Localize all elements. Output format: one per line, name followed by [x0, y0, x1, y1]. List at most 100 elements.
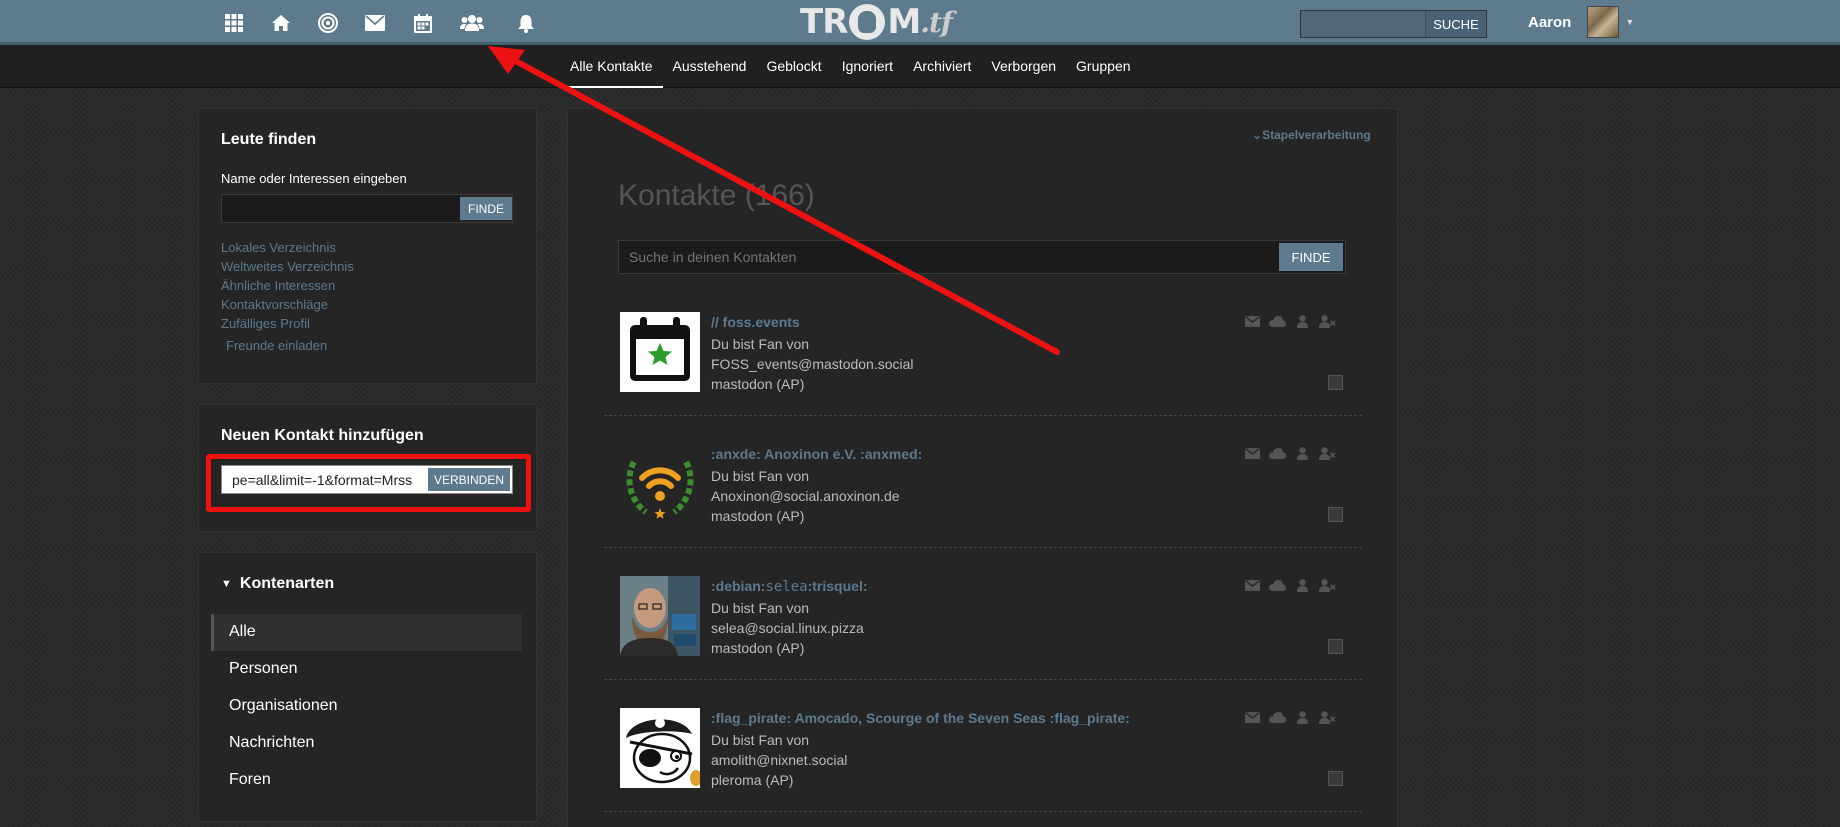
link-similar-interests[interactable]: Ähnliche Interessen — [221, 276, 354, 295]
contacts-group-icon[interactable] — [459, 10, 485, 36]
contact-name-part: :trisquel: — [807, 578, 868, 594]
contact-select-checkbox[interactable] — [1328, 375, 1343, 390]
contacts-search-button[interactable]: FINDE — [1279, 243, 1343, 271]
link-random-profile[interactable]: Zufälliges Profil — [221, 314, 354, 333]
user-remove-icon[interactable] — [1319, 578, 1336, 592]
mail-icon[interactable] — [362, 10, 388, 36]
contact-handle: FOSS_events@mastodon.social — [711, 356, 914, 372]
user-icon[interactable] — [1294, 710, 1311, 724]
top-search-input[interactable] — [1301, 11, 1425, 37]
site-logo[interactable]: TR M .tf — [800, 2, 953, 42]
contact-actions — [1244, 710, 1336, 724]
contacts-search-input[interactable] — [619, 241, 1279, 273]
account-type-persons[interactable]: Personen — [211, 651, 522, 688]
contact-item: // foss.events Du bist Fan von FOSS_even… — [620, 312, 1362, 442]
account-type-organisations[interactable]: Organisationen — [211, 688, 522, 725]
home-icon[interactable] — [268, 10, 294, 36]
contact-network: mastodon (AP) — [711, 508, 805, 524]
message-icon[interactable] — [1244, 314, 1261, 328]
account-type-forums[interactable]: Foren — [211, 762, 522, 799]
find-people-label: Name oder Interessen eingeben — [221, 171, 407, 186]
contact-name[interactable]: :flag_pirate: Amocado, Scourge of the Se… — [711, 710, 1130, 726]
account-type-all[interactable]: Alle — [211, 614, 522, 651]
contact-select-checkbox[interactable] — [1328, 639, 1343, 654]
avatar — [1587, 6, 1620, 38]
user-name: Aaron — [1528, 13, 1572, 31]
tab-geblockt[interactable]: Geblockt — [756, 45, 831, 88]
link-global-directory[interactable]: Weltweites Verzeichnis — [221, 257, 354, 276]
pirate-cartoon-avatar — [626, 718, 700, 786]
batch-actions-toggle[interactable]: ⌄Stapelverarbeitung — [1252, 128, 1371, 142]
contact-handle: selea@social.linux.pizza — [711, 620, 864, 636]
contact-avatar[interactable] — [620, 312, 700, 392]
contact-relation: Du bist Fan von — [711, 732, 810, 748]
user-icon[interactable] — [1294, 578, 1311, 592]
user-icon[interactable] — [1294, 314, 1311, 328]
find-people-input[interactable] — [222, 195, 460, 222]
contact-handle: Anoxinon@social.anoxinon.de — [711, 488, 900, 504]
account-types-toggle[interactable]: ▼ Kontenarten — [221, 575, 334, 593]
message-icon[interactable] — [1244, 710, 1261, 724]
calendar-icon[interactable] — [410, 10, 436, 36]
contact-name[interactable]: :anxde: Anoxinon e.V. :anxmed: — [711, 446, 922, 462]
contact-name[interactable]: :debian:selea:trisquel: — [711, 578, 868, 595]
contact-actions — [1244, 314, 1336, 328]
account-type-news[interactable]: Nachrichten — [211, 725, 522, 762]
divider — [604, 415, 1362, 416]
user-remove-icon[interactable] — [1319, 314, 1336, 328]
tab-ausstehend[interactable]: Ausstehend — [663, 45, 757, 88]
contact-actions — [1244, 578, 1336, 592]
top-search: SUCHE — [1300, 10, 1487, 38]
tab-gruppen[interactable]: Gruppen — [1066, 45, 1140, 88]
person-photo — [620, 576, 700, 656]
contacts-search-form: FINDE — [618, 240, 1346, 274]
user-remove-icon[interactable] — [1319, 446, 1336, 460]
connect-button[interactable]: VERBINDEN — [428, 468, 510, 491]
add-contact-input[interactable] — [222, 466, 428, 493]
contact-name[interactable]: // foss.events — [711, 314, 800, 330]
chevron-down-icon: ⌄ — [1252, 128, 1263, 142]
divider — [604, 679, 1362, 680]
contact-actions — [1244, 446, 1336, 460]
contact-network: mastodon (AP) — [711, 376, 805, 392]
contact-name-part: selea — [765, 579, 808, 595]
message-icon[interactable] — [1244, 446, 1261, 460]
calendar-star-icon — [630, 317, 690, 381]
divider — [604, 811, 1362, 812]
contact-select-checkbox[interactable] — [1328, 507, 1343, 522]
cloud-icon[interactable] — [1269, 446, 1286, 460]
tab-alle-kontakte[interactable]: Alle Kontakte — [560, 45, 663, 88]
logo-hand-icon — [849, 4, 886, 40]
link-local-directory[interactable]: Lokales Verzeichnis — [221, 238, 354, 257]
chevron-down-icon: ▼ — [1625, 17, 1635, 27]
link-contact-suggestions[interactable]: Kontaktvorschläge — [221, 295, 354, 314]
top-search-button[interactable]: SUCHE — [1425, 11, 1486, 37]
apps-grid-icon[interactable] — [221, 10, 247, 36]
message-icon[interactable] — [1244, 578, 1261, 592]
user-menu[interactable]: Aaron ▼ — [1528, 6, 1634, 38]
account-types-panel: ▼ Kontenarten Alle Personen Organisation… — [198, 552, 537, 822]
directory-links: Lokales Verzeichnis Weltweites Verzeichn… — [221, 238, 354, 333]
notifications-bell-icon[interactable] — [513, 10, 539, 36]
logo-text-tr: TR — [800, 2, 848, 42]
cloud-icon[interactable] — [1269, 710, 1286, 724]
logo-text-m: M — [887, 2, 921, 42]
network-target-icon[interactable] — [315, 10, 341, 36]
cloud-icon[interactable] — [1269, 578, 1286, 592]
tab-archiviert[interactable]: Archiviert — [903, 45, 981, 88]
contact-item: :anxde: Anoxinon e.V. :anxmed: Du bist F… — [620, 444, 1362, 574]
contact-avatar[interactable] — [620, 444, 700, 524]
caret-down-icon: ▼ — [221, 578, 232, 590]
cloud-icon[interactable] — [1269, 314, 1286, 328]
contact-select-checkbox[interactable] — [1328, 771, 1343, 786]
find-people-button[interactable]: FINDE — [460, 197, 512, 220]
contact-avatar[interactable] — [620, 576, 700, 656]
user-remove-icon[interactable] — [1319, 710, 1336, 724]
tab-verborgen[interactable]: Verborgen — [981, 45, 1066, 88]
tab-ignoriert[interactable]: Ignoriert — [832, 45, 903, 88]
account-types-title: Kontenarten — [239, 575, 335, 592]
link-invite-friends[interactable]: Freunde einladen — [226, 336, 327, 355]
contact-avatar[interactable] — [620, 708, 700, 788]
contact-relation: Du bist Fan von — [711, 600, 810, 616]
user-icon[interactable] — [1294, 446, 1311, 460]
